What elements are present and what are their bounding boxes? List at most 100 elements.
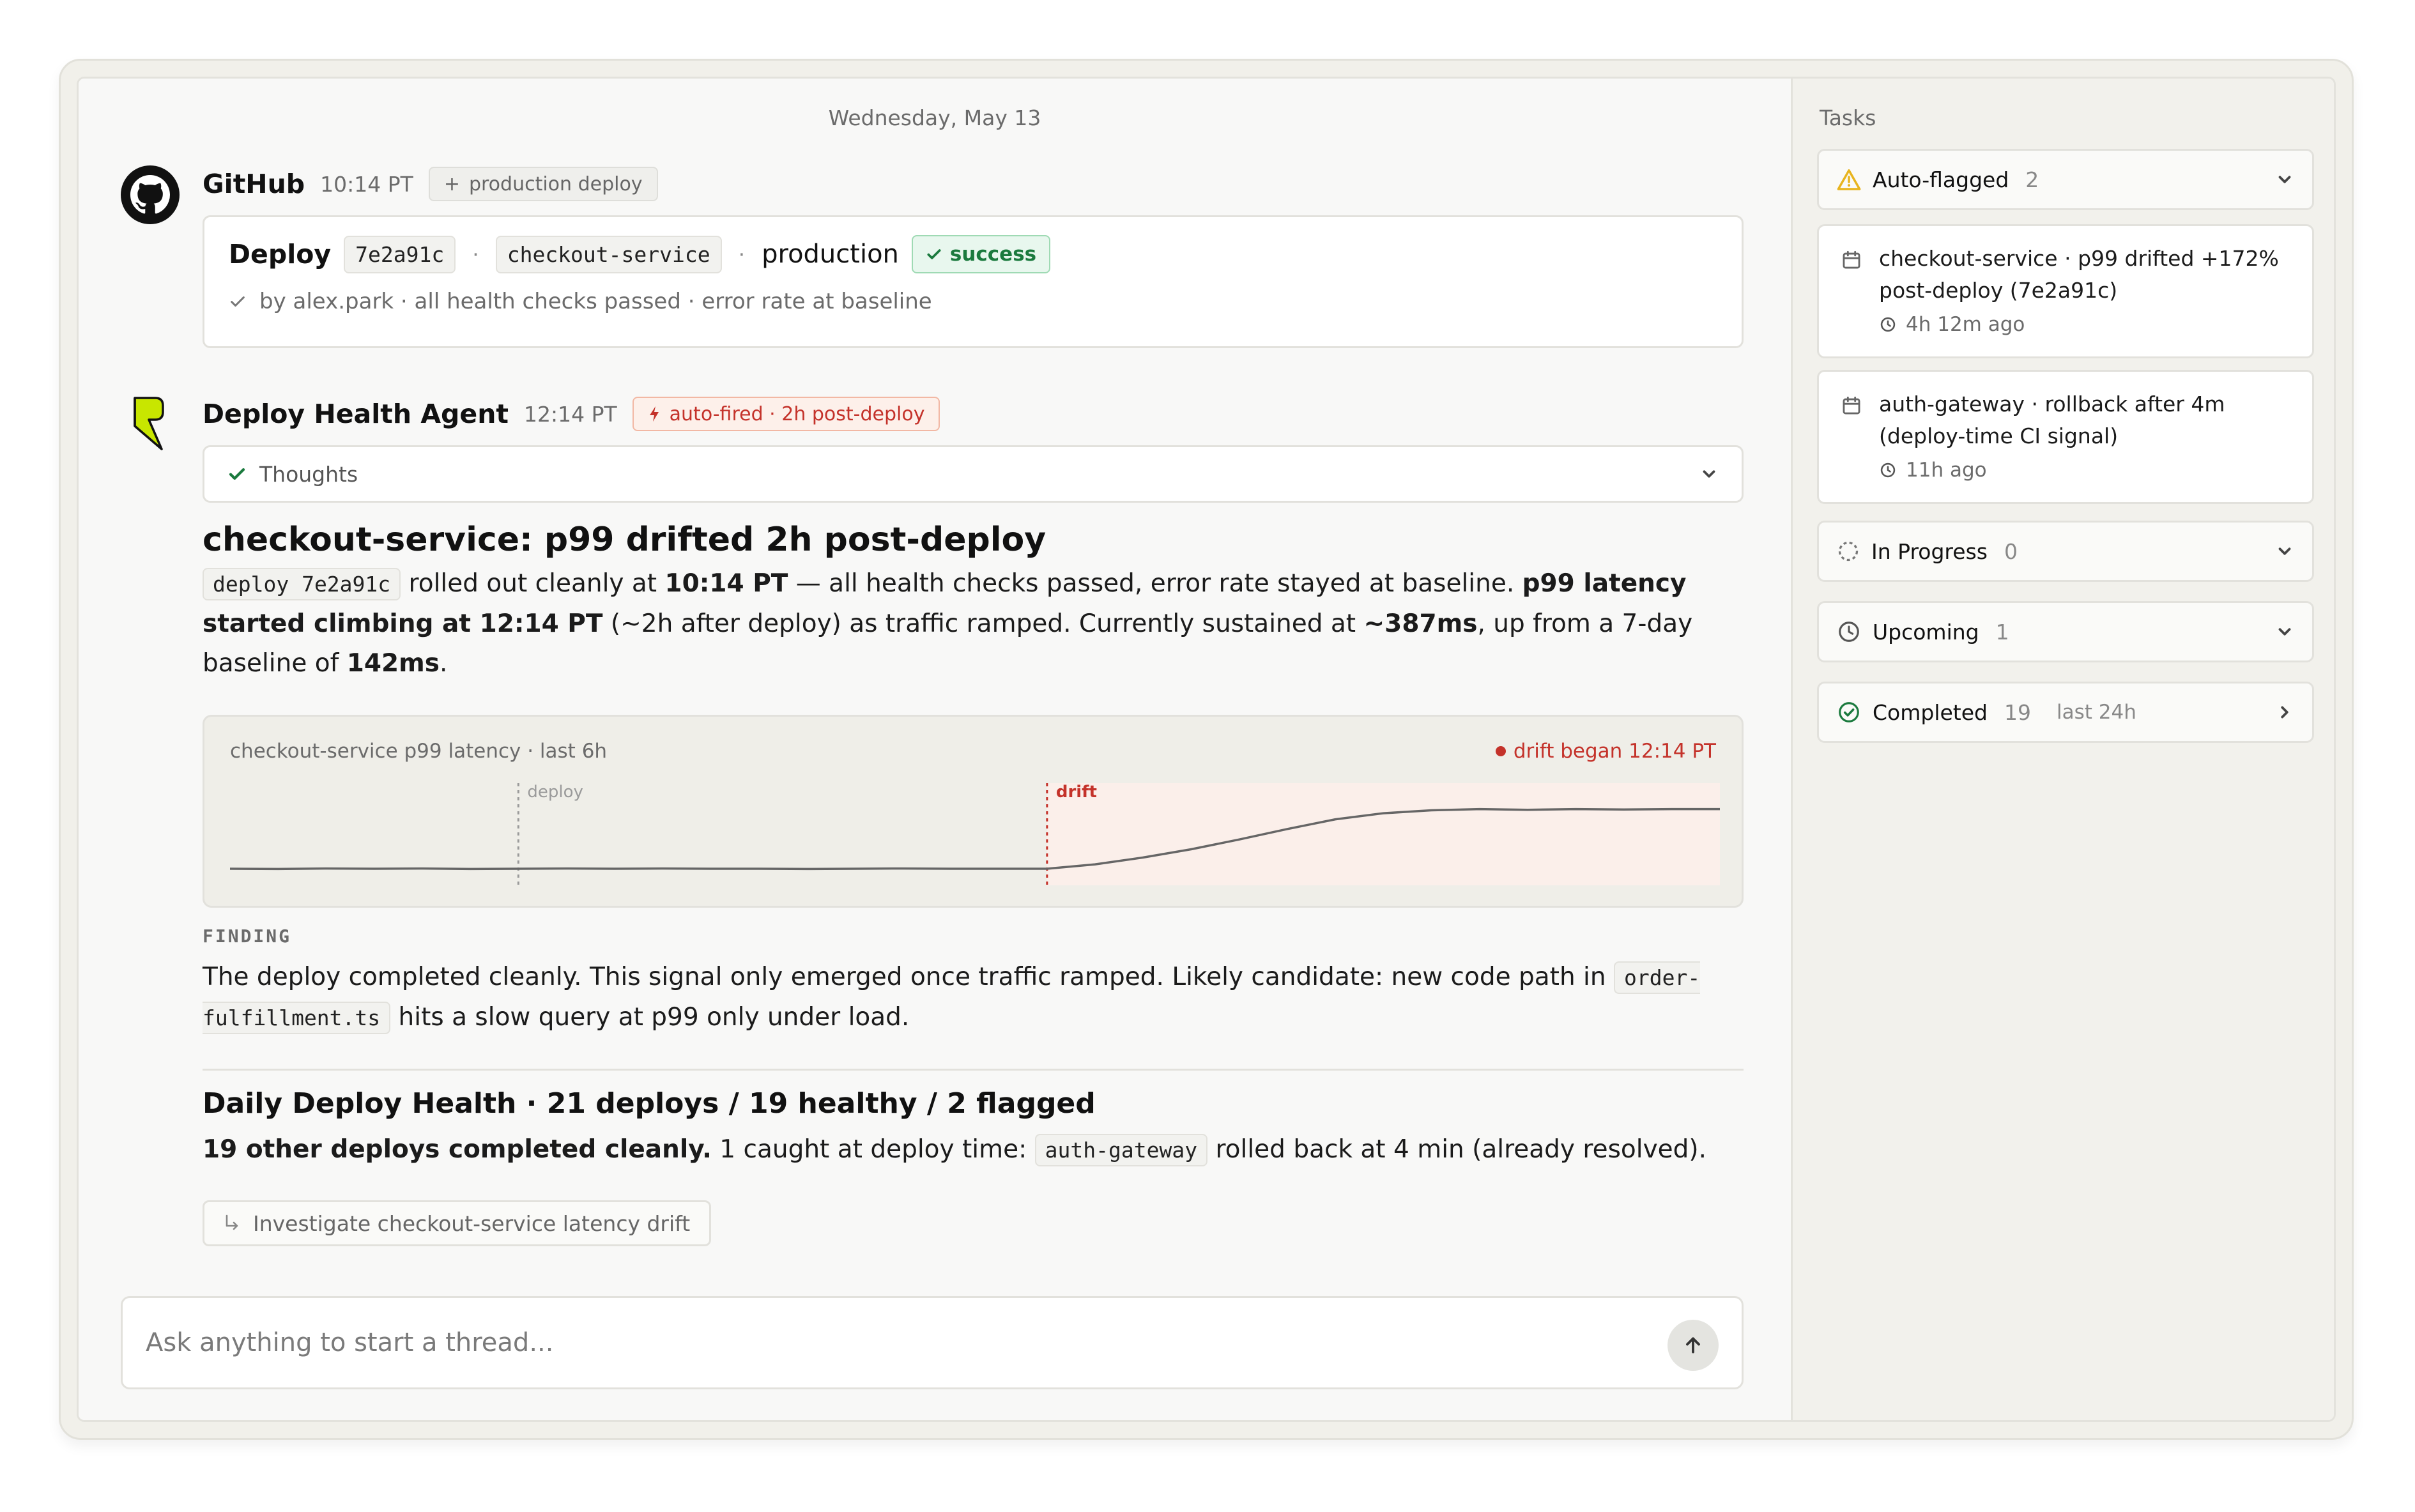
group-count: 1 — [1995, 619, 2009, 645]
check-icon — [927, 249, 941, 259]
latency-chart-plot: deploy drift — [230, 783, 1720, 885]
arrow-up-icon — [1686, 1337, 1700, 1354]
thoughts-label: Thoughts — [259, 461, 358, 487]
group-label: Upcoming — [1873, 619, 1979, 645]
task-item[interactable]: checkout-service · p99 drifted +172% pos… — [1817, 224, 2314, 358]
author-name: Deploy Health Agent — [203, 399, 509, 429]
chevron-down-icon — [2278, 628, 2291, 636]
tasks-title: Tasks — [1820, 105, 1876, 130]
chevron-down-icon — [2278, 547, 2291, 555]
status-label: success — [949, 243, 1037, 266]
deploy-card: Deploy 7e2a91c · checkout-service · prod… — [203, 215, 1744, 348]
calendar-icon — [1843, 396, 1860, 415]
thoughts-toggle[interactable]: Thoughts — [203, 445, 1744, 503]
summary-text: 19 other deploys completed cleanly. 1 ca… — [203, 1130, 1761, 1170]
tag-label: production deploy — [468, 172, 643, 195]
red-dot-icon — [1495, 746, 1506, 756]
deploy-label: Deploy — [229, 239, 332, 270]
annotation-label-deploy: deploy — [527, 783, 583, 802]
task-age: 11h ago — [1906, 459, 1987, 482]
date-header: Wednesday, May 13 — [828, 105, 1041, 130]
intro-bold: 10:14 PT — [664, 569, 788, 598]
send-button[interactable] — [1667, 1320, 1719, 1371]
group-extra: last 24h — [2057, 701, 2136, 724]
drift-legend: drift began 12:14 PT — [1495, 740, 1716, 763]
followup-label: Investigate checkout-service latency dri… — [253, 1210, 691, 1236]
group-label: In Progress — [1871, 538, 1988, 564]
task-text: auth-gateway · rollback after 4m (deploy… — [1879, 392, 2225, 448]
intro-text: — all health checks passed, error rate s… — [788, 569, 1522, 598]
service-name: checkout-service — [495, 235, 722, 273]
deploy-code: deploy 7e2a91c — [203, 568, 401, 600]
thread-panel: Wednesday, May 13 GitHub 10:14 PT + prod… — [79, 79, 1791, 1420]
drift-region — [1046, 783, 1720, 885]
summary-sentence: rolled back at 4 min (already resolved). — [1208, 1135, 1707, 1164]
tasks-panel: Tasks Auto-flagged 2 checkout-service · … — [1791, 79, 2334, 1420]
separator: · — [472, 241, 479, 267]
annotation-label-drift: drift — [1056, 783, 1097, 802]
summary-text: by alex.park · all health checks passed … — [259, 289, 932, 314]
drift-label: drift began 12:14 PT — [1513, 740, 1716, 763]
warning-icon — [1837, 169, 1861, 190]
clock-icon — [1839, 622, 1859, 642]
bolt-icon — [649, 406, 659, 422]
plus-icon: + — [443, 172, 460, 195]
auto-fired-tag: auto-fired · 2h post-deploy — [632, 397, 940, 431]
agent-intro: deploy 7e2a91c rolled out cleanly at 10:… — [203, 564, 1761, 683]
task-text: checkout-service · p99 drifted +172% pos… — [1879, 246, 2279, 303]
github-message-header: GitHub 10:14 PT + production deploy — [203, 165, 658, 202]
chart-title: checkout-service p99 latency · last 6h — [230, 740, 608, 763]
intro-bold: 142ms — [346, 649, 440, 678]
github-message: GitHub 10:14 PT + production deploy Depl… — [121, 165, 1744, 357]
group-in-progress[interactable]: In Progress 0 — [1817, 521, 2314, 582]
intro-bold: ~387ms — [1363, 609, 1478, 638]
message-time: 10:14 PT — [320, 171, 413, 197]
finding-sentence: hits a slow query at p99 only under load… — [390, 1003, 910, 1032]
task-meta: 11h ago — [1879, 459, 1987, 482]
intro-text: . — [440, 649, 448, 678]
summary-title: Daily Deploy Health · 21 deploys / 19 he… — [203, 1087, 1096, 1120]
group-upcoming[interactable]: Upcoming 1 — [1817, 601, 2314, 662]
summary-sentence: 1 caught at deploy time: — [711, 1135, 1035, 1164]
group-completed[interactable]: Completed 19 last 24h — [1817, 682, 2314, 743]
finding-text: The deploy completed cleanly. This signa… — [203, 958, 1761, 1038]
group-auto-flagged[interactable]: Auto-flagged 2 — [1817, 149, 2314, 210]
calendar-icon — [1843, 250, 1860, 269]
investigate-followup-button[interactable]: Investigate checkout-service latency dri… — [203, 1200, 712, 1246]
agent-title: checkout-service: p99 drifted 2h post-de… — [203, 521, 1046, 559]
app-window: Wednesday, May 13 GitHub 10:14 PT + prod… — [77, 77, 2336, 1422]
chevron-down-icon — [2278, 176, 2291, 183]
agent-message-header: Deploy Health Agent 12:14 PT auto-fired … — [203, 395, 940, 432]
summary-bold: 19 other deploys completed cleanly. — [203, 1135, 712, 1164]
intro-text: (~2h after deploy) as traffic ramped. Cu… — [602, 609, 1364, 638]
message-time: 12:14 PT — [524, 401, 617, 427]
finding-label: FINDING — [203, 926, 292, 947]
reply-arrow-icon — [226, 1214, 238, 1230]
dashed-circle-icon — [1838, 541, 1859, 561]
group-label: Auto-flagged — [1873, 167, 2009, 192]
thread-input[interactable] — [146, 1322, 1615, 1363]
clock-icon — [1880, 317, 1896, 332]
chevron-down-icon — [1703, 470, 1715, 478]
agent-logo-icon — [134, 397, 164, 450]
group-count: 2 — [2025, 167, 2039, 192]
environment-name: production — [762, 240, 899, 269]
task-age: 4h 12m ago — [1906, 313, 2025, 336]
group-count: 19 — [2004, 699, 2031, 725]
clock-icon — [1880, 462, 1896, 478]
service-code: auth-gateway — [1034, 1134, 1208, 1166]
task-item[interactable]: auth-gateway · rollback after 4m (deploy… — [1817, 370, 2314, 504]
author-name: GitHub — [203, 169, 305, 199]
composer — [121, 1296, 1744, 1389]
check-icon — [231, 296, 245, 307]
commit-hash: 7e2a91c — [344, 235, 456, 273]
separator: · — [738, 241, 746, 267]
github-icon — [121, 165, 180, 224]
deploy-summary: by alex.park · all health checks passed … — [229, 289, 932, 314]
group-label: Completed — [1873, 699, 1988, 725]
group-count: 0 — [2004, 538, 2018, 564]
chevron-right-icon — [2281, 706, 2288, 719]
status-badge: success — [911, 235, 1051, 273]
check-circle-icon — [1839, 702, 1859, 722]
check-icon — [229, 468, 245, 480]
